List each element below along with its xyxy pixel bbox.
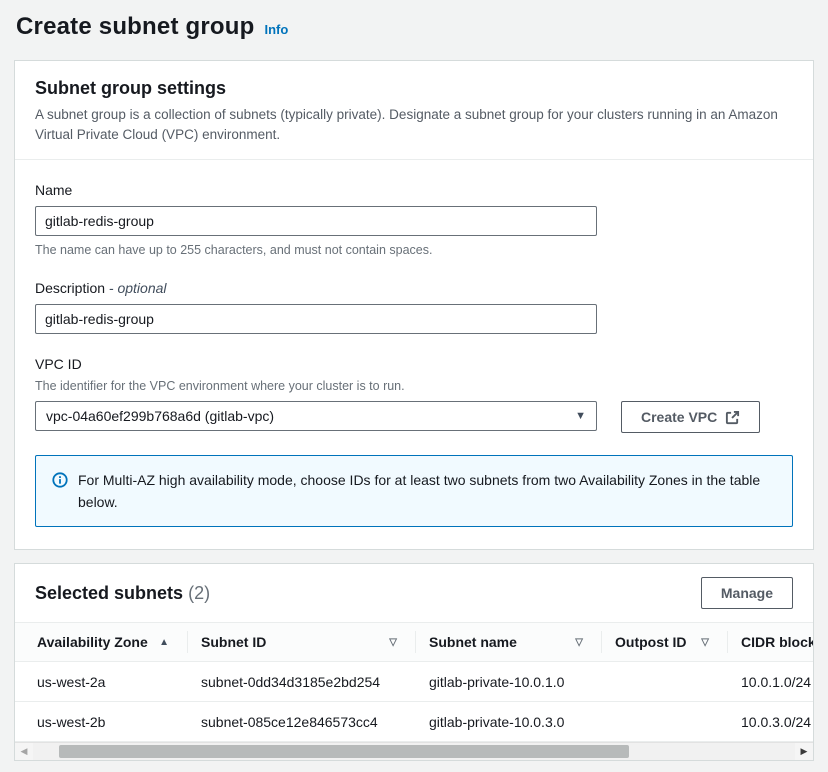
info-link[interactable]: Info [265, 22, 289, 37]
sort-icon[interactable]: ▽ [575, 637, 583, 648]
column-header-availability-zone[interactable]: Availability Zone ▲ [15, 623, 187, 661]
horizontal-scrollbar[interactable]: ◀ ▶ [15, 742, 813, 760]
settings-heading: Subnet group settings [35, 77, 793, 99]
create-vpc-button[interactable]: Create VPC [621, 401, 760, 433]
subnet-group-settings-card: Subnet group settings A subnet group is … [14, 60, 814, 550]
settings-card-header: Subnet group settings A subnet group is … [15, 61, 813, 160]
sort-ascending-icon[interactable]: ▲ [159, 637, 169, 648]
table-row[interactable]: us-west-2b subnet-085ce12e846573cc4 gitl… [15, 702, 813, 742]
column-label: Availability Zone [37, 634, 148, 650]
info-alert-text: For Multi-AZ high availability mode, cho… [78, 469, 776, 513]
selected-subnets-count: (2) [188, 583, 210, 603]
cell-availability-zone: us-west-2b [15, 714, 187, 730]
description-label-text: Description [35, 280, 105, 296]
page-title: Create subnet group [16, 10, 255, 43]
cell-cidr-block: 10.0.1.0/24 [727, 674, 813, 690]
name-label: Name [35, 180, 793, 200]
column-label: CIDR block [741, 634, 813, 650]
table-row[interactable]: us-west-2a subnet-0dd34d3185e2bd254 gitl… [15, 662, 813, 702]
column-header-subnet-name[interactable]: Subnet name ▽ [415, 623, 601, 661]
cell-cidr-block: 10.0.3.0/24 [727, 714, 813, 730]
cell-subnet-id: subnet-0dd34d3185e2bd254 [187, 674, 415, 690]
column-header-outpost-id[interactable]: Outpost ID ▽ [601, 623, 727, 661]
column-label: Subnet name [429, 634, 517, 650]
scroll-left-icon[interactable]: ◀ [15, 743, 33, 760]
description-optional-text: - optional [109, 280, 167, 296]
chevron-down-icon: ▼ [575, 410, 586, 422]
subnets-table: Availability Zone ▲ Subnet ID ▽ Subnet n… [15, 622, 813, 742]
subnets-table-viewport: Availability Zone ▲ Subnet ID ▽ Subnet n… [15, 622, 813, 742]
cell-subnet-id: subnet-085ce12e846573cc4 [187, 714, 415, 730]
settings-card-body: Name The name can have up to 255 charact… [15, 160, 813, 549]
vpc-field-group: VPC ID The identifier for the VPC enviro… [35, 354, 793, 433]
column-label: Subnet ID [201, 634, 266, 650]
vpc-selected-option: vpc-04a60ef299b768a6d (gitlab-vpc) [46, 408, 274, 424]
scroll-right-icon[interactable]: ▶ [795, 743, 813, 760]
description-label: Description - optional [35, 278, 793, 298]
vpc-select[interactable]: vpc-04a60ef299b768a6d (gitlab-vpc) ▼ [35, 401, 597, 431]
manage-button[interactable]: Manage [701, 577, 793, 609]
description-field-group: Description - optional [35, 278, 793, 334]
sort-icon[interactable]: ▽ [701, 637, 709, 648]
create-vpc-label: Create VPC [641, 409, 717, 425]
column-label: Outpost ID [615, 634, 687, 650]
vpc-label: VPC ID [35, 354, 793, 374]
scrollbar-thumb[interactable] [59, 745, 629, 758]
info-alert: For Multi-AZ high availability mode, cho… [35, 455, 793, 527]
cell-availability-zone: us-west-2a [15, 674, 187, 690]
name-hint: The name can have up to 255 characters, … [35, 242, 793, 258]
description-input[interactable] [35, 304, 597, 334]
name-field-group: Name The name can have up to 255 charact… [35, 180, 793, 258]
external-link-icon [725, 410, 740, 425]
selected-subnets-card: Selected subnets (2) Manage Availability… [14, 563, 814, 761]
selected-subnets-heading: Selected subnets (2) [35, 582, 210, 604]
info-circle-icon [52, 472, 68, 488]
name-input[interactable] [35, 206, 597, 236]
selected-subnets-title-text: Selected subnets [35, 583, 183, 603]
settings-description: A subnet group is a collection of subnet… [35, 105, 793, 145]
subnets-table-header-row: Availability Zone ▲ Subnet ID ▽ Subnet n… [15, 622, 813, 662]
page-header: Create subnet group Info [16, 10, 814, 43]
vpc-controls-row: vpc-04a60ef299b768a6d (gitlab-vpc) ▼ Cre… [35, 401, 793, 433]
create-subnet-group-page: Create subnet group Info Subnet group se… [0, 0, 828, 761]
column-header-subnet-id[interactable]: Subnet ID ▽ [187, 623, 415, 661]
scrollbar-track[interactable] [33, 743, 795, 760]
sort-icon[interactable]: ▽ [389, 637, 397, 648]
column-header-cidr-block[interactable]: CIDR block [727, 623, 813, 661]
selected-subnets-header: Selected subnets (2) Manage [15, 564, 813, 622]
vpc-hint: The identifier for the VPC environment w… [35, 378, 793, 394]
cell-subnet-name: gitlab-private-10.0.1.0 [415, 674, 601, 690]
cell-subnet-name: gitlab-private-10.0.3.0 [415, 714, 601, 730]
